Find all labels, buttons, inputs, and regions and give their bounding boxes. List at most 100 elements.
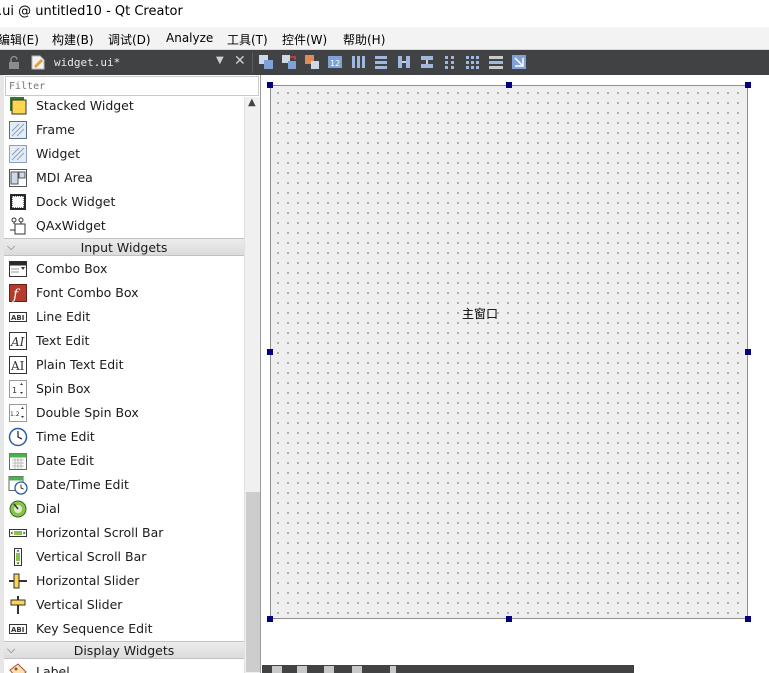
list-item-mdi-area[interactable]: MDI Area <box>4 166 244 190</box>
resize-handle-bottom[interactable] <box>506 616 512 622</box>
open-file-name[interactable]: widget.ui* <box>54 56 120 69</box>
list-item-line-edit[interactable]: ABI Line Edit <box>4 305 244 329</box>
menu-tools[interactable]: 工具(T) <box>227 31 268 48</box>
copy-action-icon[interactable] <box>297 666 307 673</box>
layout-vertical-splitter-icon[interactable] <box>419 54 435 70</box>
close-icon[interactable]: ✕ <box>234 53 246 69</box>
adjust-size-icon[interactable] <box>511 54 527 70</box>
time-edit-icon <box>8 427 28 447</box>
list-item-label: Combo Box <box>36 261 108 276</box>
list-item-label: QAxWidget <box>36 218 106 233</box>
widget-box-panel: Stacked Widget Frame Widget MDI Area Doc… <box>0 75 261 673</box>
list-item-label: Line Edit <box>36 309 91 324</box>
edit-widgets-icon[interactable] <box>258 54 274 70</box>
list-item-double-spin-box[interactable]: 1.2 Double Spin Box <box>4 401 244 425</box>
date-edit-icon <box>9 453 27 470</box>
horizontal-slider-icon <box>9 573 27 589</box>
svg-text:AI: AI <box>10 335 25 349</box>
signal-slot-editor-area <box>634 665 769 673</box>
list-item-label-widget[interactable]: Label <box>4 660 244 673</box>
dial-icon <box>9 500 27 518</box>
frame-icon <box>9 121 27 139</box>
category-header-input-widgets[interactable]: ⌵ Input Widgets <box>4 238 244 256</box>
svg-text:AI: AI <box>10 359 25 373</box>
svg-text:1: 1 <box>12 386 17 395</box>
list-item-qaxwidget[interactable]: QAxWidget <box>4 214 244 238</box>
edit-tab-order-icon[interactable]: 12 <box>327 54 343 70</box>
layout-vertical-icon[interactable] <box>373 54 389 70</box>
widget-filter-input[interactable] <box>6 77 258 95</box>
widget-filter-field[interactable] <box>5 76 259 96</box>
window-titlebar: .ui @ untitled10 - Qt Creator <box>0 0 769 27</box>
design-form[interactable] <box>270 85 748 619</box>
unlocked-icon[interactable] <box>8 56 20 69</box>
paste-action-icon[interactable] <box>324 666 334 673</box>
layout-form-icon[interactable] <box>442 54 458 70</box>
menu-help[interactable]: 帮助(H) <box>343 31 385 48</box>
edit-signals-slots-icon[interactable] <box>281 54 297 70</box>
scroll-up-icon[interactable]: ▲ <box>248 97 256 108</box>
resize-handle-top[interactable] <box>506 82 512 88</box>
resize-handle-top-right[interactable] <box>745 82 751 88</box>
widget-box-list: Stacked Widget Frame Widget MDI Area Doc… <box>4 97 244 673</box>
ui-file-icon <box>31 55 45 70</box>
list-item-date-time-edit[interactable]: Date/Time Edit <box>4 473 244 497</box>
list-item-spin-box[interactable]: 1 Spin Box <box>4 377 244 401</box>
resize-handle-left[interactable] <box>267 349 273 355</box>
list-item-key-sequence-edit[interactable]: ABI Key Sequence Edit <box>4 617 244 641</box>
scrollbar-thumb[interactable] <box>246 492 260 672</box>
menu-analyze[interactable]: Analyze <box>166 31 213 45</box>
list-item-text-edit[interactable]: AI Text Edit <box>4 329 244 353</box>
stacked-widget-icon <box>10 97 27 115</box>
list-item-font-combo-box[interactable]: f Font Combo Box <box>4 281 244 305</box>
list-item-frame[interactable]: Frame <box>4 118 244 142</box>
menu-build[interactable]: 构建(B) <box>52 31 94 48</box>
list-item-vertical-scroll-bar[interactable]: Vertical Scroll Bar <box>4 545 244 569</box>
list-item-horizontal-scroll-bar[interactable]: Horizontal Scroll Bar <box>4 521 244 545</box>
list-item-date-edit[interactable]: Date Edit <box>4 449 244 473</box>
category-header-display-widgets[interactable]: ⌵ Display Widgets <box>4 641 244 659</box>
layout-horizontal-icon[interactable] <box>350 54 366 70</box>
resize-handle-bottom-left[interactable] <box>267 616 273 622</box>
delete-action-icon[interactable] <box>352 666 362 673</box>
form-text-label[interactable]: 主窗口 <box>462 305 498 322</box>
list-item-stacked-widget[interactable]: Stacked Widget <box>4 97 244 118</box>
edit-buddies-icon[interactable] <box>304 54 320 70</box>
chevron-down-icon[interactable]: ▼ <box>216 55 224 66</box>
menu-bar: 编辑(E) 构建(B) 调试(D) Analyze 工具(T) 控件(W) 帮助… <box>0 27 769 50</box>
category-title: Input Widgets <box>80 240 168 255</box>
new-action-icon[interactable] <box>272 666 282 673</box>
widget-box-scrollbar[interactable]: ▲ <box>244 97 260 673</box>
list-item-label: Stacked Widget <box>36 98 134 113</box>
list-item-combo-box[interactable]: Combo Box <box>4 257 244 281</box>
list-item-time-edit[interactable]: Time Edit <box>4 425 244 449</box>
combo-box-icon <box>9 261 27 277</box>
menu-debug[interactable]: 调试(D) <box>108 31 151 48</box>
list-item-label: Date Edit <box>36 453 95 468</box>
resize-handle-bottom-right[interactable] <box>745 616 751 622</box>
widget-icon <box>9 145 27 163</box>
resize-handle-right[interactable] <box>745 349 751 355</box>
list-item-widget[interactable]: Widget <box>4 142 244 166</box>
menu-widgets[interactable]: 控件(W) <box>282 31 327 48</box>
resize-handle-top-left[interactable] <box>267 82 273 88</box>
list-item-dock-widget[interactable]: Dock Widget <box>4 190 244 214</box>
list-item-label: Text Edit <box>36 333 90 348</box>
list-item-label: Dock Widget <box>36 194 116 209</box>
svg-text:12: 12 <box>330 59 340 68</box>
layout-grid-icon[interactable] <box>465 54 481 70</box>
list-item-horizontal-slider[interactable]: Horizontal Slider <box>4 569 244 593</box>
configure-action-icon[interactable] <box>390 666 396 673</box>
list-item-label: Date/Time Edit <box>36 477 129 492</box>
break-layout-icon[interactable] <box>488 54 504 70</box>
menu-edit[interactable]: 编辑(E) <box>0 31 39 48</box>
double-spin-box-icon: 1.2 <box>9 404 27 422</box>
list-item-label: MDI Area <box>36 170 93 185</box>
list-item-label: Horizontal Scroll Bar <box>36 525 164 540</box>
text-edit-icon: AI <box>9 332 27 350</box>
layout-horizontal-splitter-icon[interactable] <box>396 54 412 70</box>
list-item-vertical-slider[interactable]: Vertical Slider <box>4 593 244 617</box>
spin-box-icon: 1 <box>9 380 27 398</box>
list-item-plain-text-edit[interactable]: AI Plain Text Edit <box>4 353 244 377</box>
list-item-dial[interactable]: Dial <box>4 497 244 521</box>
